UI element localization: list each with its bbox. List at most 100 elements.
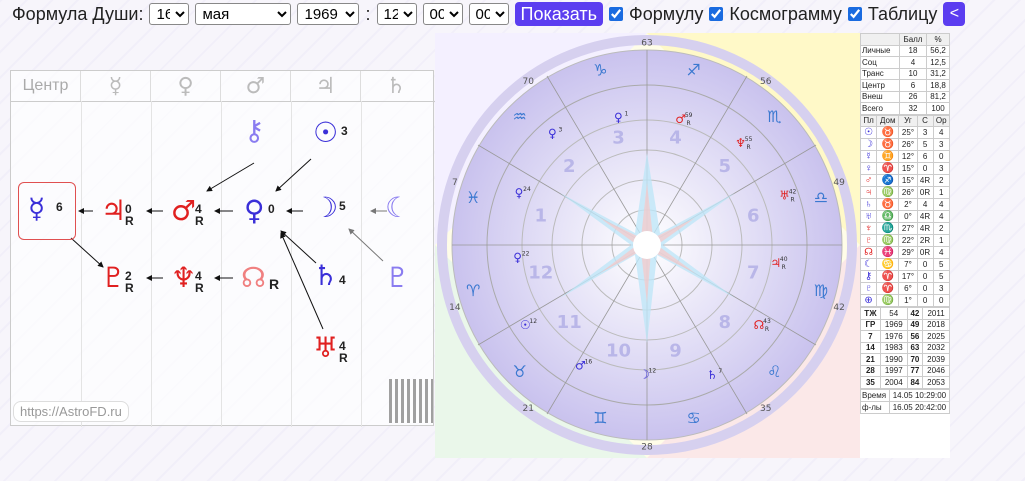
planet-retro: R <box>746 144 750 151</box>
table-row: ♃ ♍ 26° 0R 1 <box>859 186 950 199</box>
planet-degree: 1 <box>625 111 629 118</box>
table-row: 7 1976 56 2025 <box>860 330 950 343</box>
node-pluto[interactable]: ♇ 2 R <box>101 263 134 296</box>
north-node-retro: R <box>269 276 280 292</box>
back-button[interactable]: < <box>943 2 966 26</box>
table-row: 14 1983 63 2032 <box>860 341 950 354</box>
periods-table: ТЖ 54 42 2011 ГР 1969 49 2018 7 1976 56 2025 14 1983 6… <box>860 307 950 389</box>
degree-mark: 70 <box>523 77 535 87</box>
planet-degree: 42 <box>789 188 797 195</box>
north-node-glyph: ☊ <box>241 261 266 294</box>
pluto-retro: R <box>125 281 134 295</box>
house-number: 3 <box>612 128 625 149</box>
planet-degree: 43 <box>763 318 771 325</box>
zodiac-sign: ♈ <box>466 281 480 300</box>
table-row: ♅ ♎ 0° 4R 4 <box>859 210 950 223</box>
cosmogram-checkbox[interactable] <box>709 7 724 21</box>
planet-retro: R <box>782 264 786 271</box>
node-mars[interactable]: ♂ 4 R <box>171 194 204 229</box>
planet-degree: 40 <box>780 256 788 263</box>
zodiac-sign: ♒ <box>513 107 527 126</box>
proserpina-glyph: ♇ <box>385 261 411 294</box>
node-proserpina[interactable]: ♇ <box>385 263 410 293</box>
month-select[interactable]: мая <box>195 3 292 25</box>
minute-select[interactable]: 00 <box>422 3 463 25</box>
table-row: ⊕ ♍ 1° 0 0 <box>859 294 950 307</box>
house-number: 12 <box>528 262 553 283</box>
node-moon[interactable]: ☽ 5 <box>313 193 346 223</box>
table-row: ☊ ♓ 29° 0R 4 <box>859 246 950 259</box>
cosmogram-checkbox-label[interactable]: Космограмму <box>709 4 842 25</box>
chiron-glyph: ⚷ <box>244 114 265 147</box>
node-chiron[interactable]: ⚷ <box>244 116 265 146</box>
degree-mark: 42 <box>833 303 844 313</box>
table-checkbox[interactable] <box>847 7 862 21</box>
zodiac-sign: ♐ <box>686 61 700 80</box>
node-jupiter[interactable]: ♃ 0 R <box>101 196 134 229</box>
cosmogram-chart: 63 56 49 42 35 28 21 14 7 70 1 2 3 4 5 6 7 8 9 10 11 12 ♈ ♉ ♊ ♋… <box>435 33 860 458</box>
node-north-node[interactable]: ☊ R <box>241 261 279 294</box>
table-row: ♂ ♐ 15° 4R 2 <box>859 174 950 187</box>
house-number: 8 <box>719 312 732 333</box>
venus-score: 0 <box>268 202 275 216</box>
table-row: ♇ ♍ 22° 2R 1 <box>859 234 950 247</box>
moon-score: 5 <box>339 199 346 213</box>
scores-table: Балл% Личные 18 56,2 Соц 4 12,5 Транс 10 31,2 … <box>860 33 950 115</box>
node-black-moon[interactable]: ☾ <box>385 193 410 223</box>
degree-mark: 14 <box>449 303 461 313</box>
planet-glyph: ♀ <box>614 111 623 125</box>
table-checkbox-label[interactable]: Таблицу <box>847 4 937 25</box>
time-table: Время 14.05 10:29:00 ф-лы 16.05 20:42:00 <box>860 388 951 414</box>
sun-glyph: ☉ <box>313 116 339 149</box>
sun-score: 3 <box>341 124 348 138</box>
hour-select[interactable]: 12 <box>376 3 417 25</box>
node-venus[interactable]: ♀ 0 <box>244 196 275 226</box>
page-title: Формула Души: <box>12 3 144 24</box>
table-row: Всего 32 100 <box>860 102 950 115</box>
planet-degree: 7 <box>718 368 722 375</box>
mercury-glyph: ☿ <box>28 192 46 225</box>
zodiac-sign: ♎ <box>814 188 828 207</box>
selected-center-box[interactable] <box>18 182 76 240</box>
cosmogram-svg: 6356494235282114770 123 456789101112 ♈♉♊ ♋… <box>435 33 860 458</box>
planet-degree: 12 <box>649 367 657 374</box>
node-saturn[interactable]: ♄ 4 <box>313 261 346 291</box>
time-label: Время <box>860 388 890 402</box>
zodiac-sign: ♉ <box>513 362 527 381</box>
time-value: 14.05 10:29:00 <box>888 388 951 402</box>
black-moon-glyph: ☾ <box>385 191 411 224</box>
degree-mark: 7 <box>452 178 458 188</box>
zodiac-sign: ♍ <box>814 281 828 300</box>
site-link[interactable]: https://AstroFD.ru <box>13 401 129 422</box>
chart-center <box>633 231 661 259</box>
planet-glyph: ♀ <box>548 126 557 140</box>
mercury-score: 6 <box>56 200 63 214</box>
day-select[interactable]: 16 <box>149 3 190 25</box>
formula-time-label: ф-лы <box>860 400 890 414</box>
planet-degree: 55 <box>745 136 753 143</box>
node-sun[interactable]: ☉ 3 <box>313 116 348 149</box>
table-row: ♀ ♈ 15° 0 3 <box>859 162 950 175</box>
zodiac-sign: ♌ <box>767 362 781 381</box>
table-row: ♇ ♈ 6° 0 3 <box>859 282 950 295</box>
node-mercury[interactable]: ☿ 6 <box>28 192 63 225</box>
degree-mark: 21 <box>523 404 534 414</box>
formula-arrows <box>70 158 387 330</box>
year-select[interactable]: 1969 <box>297 3 360 25</box>
table-row: Центр 6 18,8 <box>860 79 950 92</box>
mars-glyph: ♂ <box>171 194 197 227</box>
zodiac-sign: ♑ <box>593 61 607 80</box>
node-uranus[interactable]: ♅ 4 R <box>313 333 348 366</box>
house-number: 6 <box>747 206 760 227</box>
qr-code <box>389 379 433 423</box>
show-button[interactable]: Показать <box>514 2 604 26</box>
formula-checkbox-label[interactable]: Формулу <box>609 4 703 25</box>
node-neptune[interactable]: ♆ 4 R <box>171 263 204 296</box>
zodiac-sign: ♏ <box>767 107 781 126</box>
table-row: 28 1997 77 2046 <box>860 364 950 377</box>
time-colon: : <box>365 3 371 24</box>
second-select[interactable]: 00 <box>468 3 509 25</box>
uranus-retro: R <box>339 351 348 365</box>
toolbar: Формула Души: 16 мая 1969 : 12 00 00 Пок… <box>0 0 1025 28</box>
formula-checkbox[interactable] <box>609 7 624 21</box>
